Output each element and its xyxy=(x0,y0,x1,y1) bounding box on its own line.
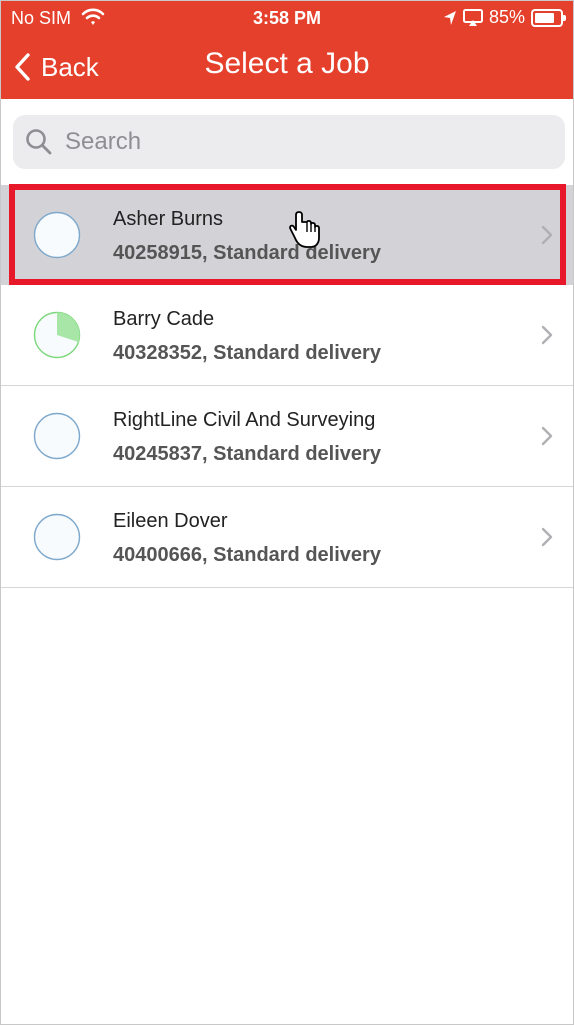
job-row[interactable]: Barry Cade 40328352, Standard delivery xyxy=(1,285,573,386)
header: No SIM 3:58 PM 85% Back Select a Job xyxy=(1,1,573,99)
navigation-bar: Back Select a Job xyxy=(1,35,573,99)
search-section xyxy=(1,99,573,185)
job-name: Asher Burns xyxy=(113,208,224,230)
job-detail: 40400666, Standard delivery xyxy=(113,544,381,566)
airplay-icon xyxy=(462,8,483,26)
status-right: 85% xyxy=(443,7,566,28)
app-frame: No SIM 3:58 PM 85% Back Select a Job Sea… xyxy=(0,0,574,1025)
battery-icon xyxy=(531,8,566,27)
search-input[interactable] xyxy=(63,127,547,157)
job-progress-icon xyxy=(33,513,81,561)
status-bar: No SIM 3:58 PM 85% xyxy=(1,1,573,35)
job-name: RightLine Civil And Surveying xyxy=(113,409,376,431)
page-title: Select a Job xyxy=(204,47,370,80)
job-name: Eileen Dover xyxy=(113,510,228,532)
job-row[interactable]: RightLine Civil And Surveying 40245837, S… xyxy=(1,386,573,487)
job-row[interactable]: Eileen Dover 40400666, Standard delivery xyxy=(1,487,573,588)
battery-tip xyxy=(563,14,566,21)
chevron-right-icon xyxy=(541,527,553,547)
job-progress-icon xyxy=(33,311,81,359)
job-detail: 40328352, Standard delivery xyxy=(113,342,381,364)
chevron-right-icon xyxy=(541,325,553,345)
search-icon xyxy=(26,129,52,155)
job-detail: 40258915, Standard delivery xyxy=(113,242,381,264)
job-name: Barry Cade xyxy=(113,308,215,330)
job-detail: 40245837, Standard delivery xyxy=(113,443,381,465)
job-progress-icon xyxy=(33,412,81,460)
chevron-right-icon xyxy=(541,426,553,446)
job-list: Asher Burns 40258915, Standard delivery Ba… xyxy=(1,185,573,588)
battery-fill xyxy=(535,12,554,23)
job-row[interactable]: Asher Burns 40258915, Standard delivery xyxy=(1,185,573,285)
location-arrow-icon xyxy=(443,10,456,25)
chevron-right-icon xyxy=(541,225,553,245)
job-progress-icon xyxy=(33,211,81,259)
battery-percent: 85% xyxy=(488,7,525,27)
search-bar[interactable] xyxy=(13,115,565,169)
